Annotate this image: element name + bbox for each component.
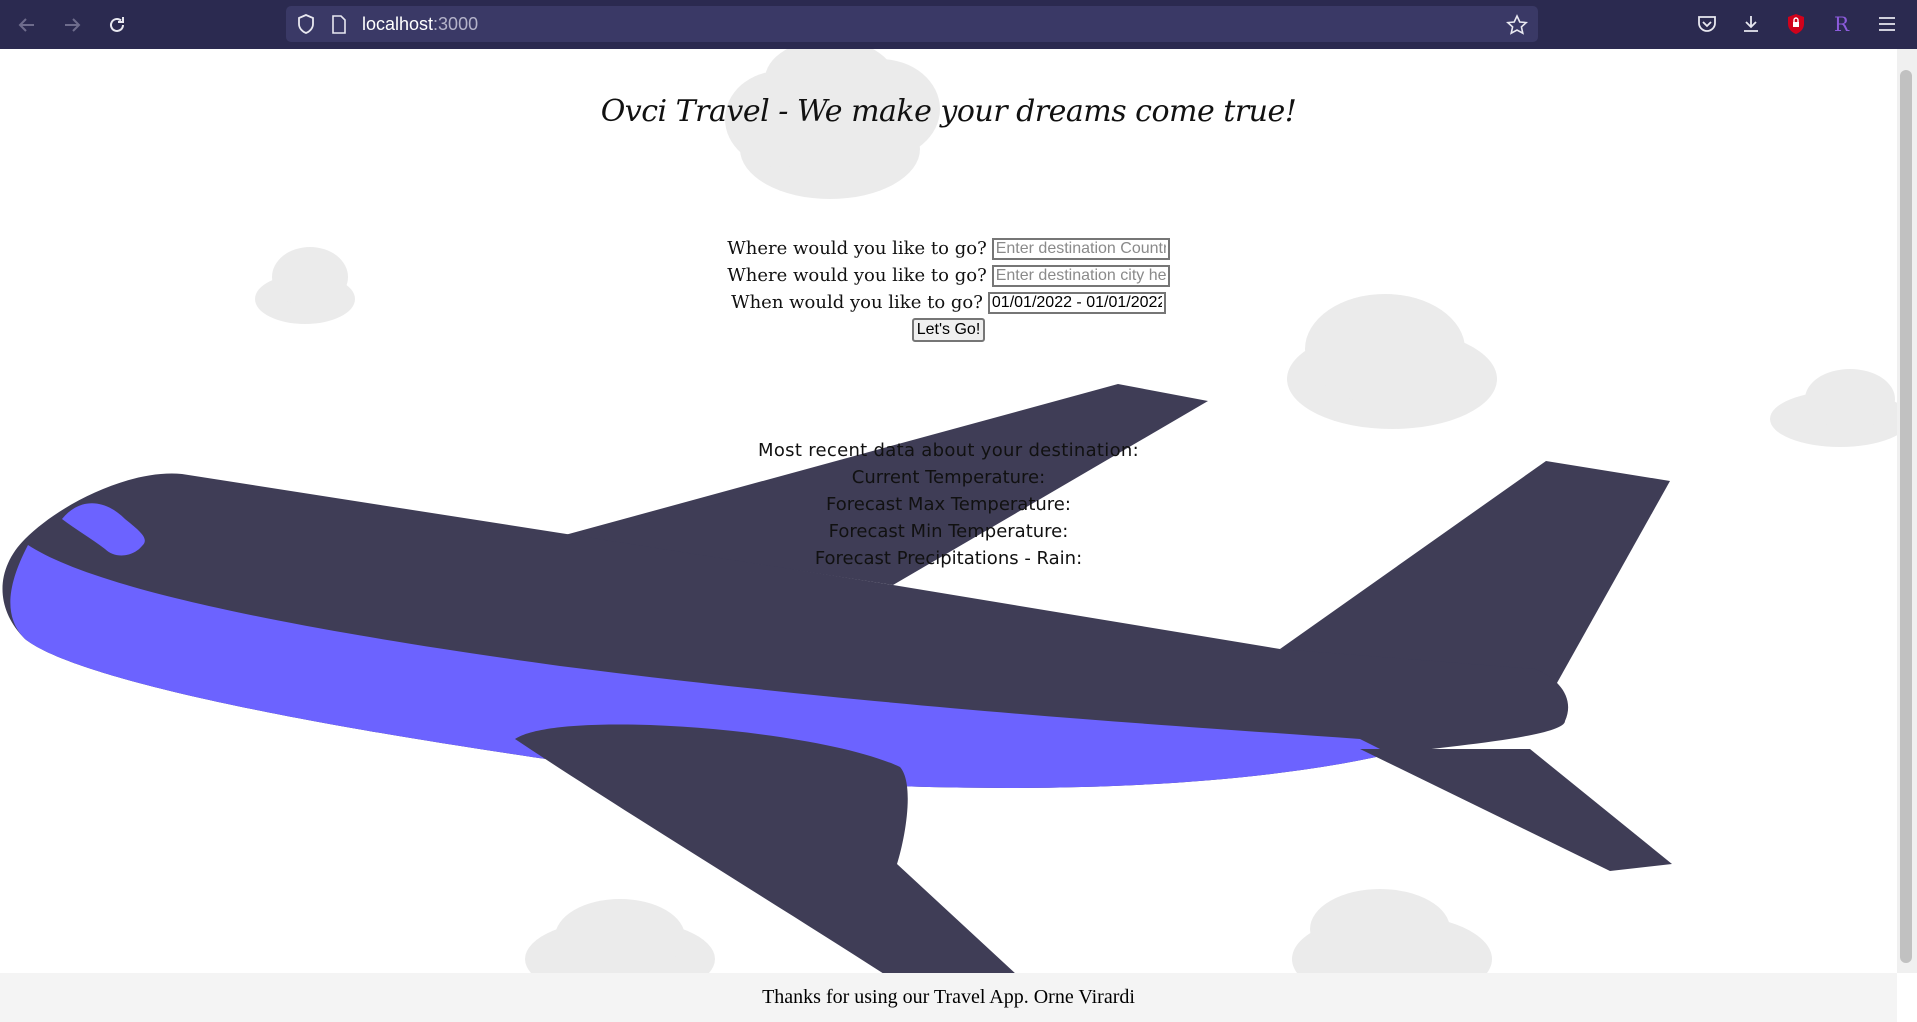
browser-toolbar: localhost:3000 R xyxy=(0,0,1917,49)
city-input[interactable] xyxy=(991,264,1170,287)
trip-form: Where would you like to go? Where would … xyxy=(0,235,1897,343)
cloud-far-right xyxy=(1770,369,1897,447)
country-label: Where would you like to go? xyxy=(727,238,987,259)
lets-go-button[interactable]: Let's Go! xyxy=(911,317,986,342)
downloads-icon[interactable] xyxy=(1740,13,1762,35)
forecast-min-temperature: Forecast Min Temperature: xyxy=(828,521,1069,542)
scrollbar-thumb[interactable] xyxy=(1900,70,1912,963)
back-arrow-icon xyxy=(18,18,34,32)
ublock-shield-icon[interactable] xyxy=(1785,12,1807,36)
date-label: When would you like to go? xyxy=(731,292,983,313)
submit-row: Let's Go! xyxy=(0,316,1897,343)
city-row: Where would you like to go? xyxy=(0,262,1897,289)
bookmark-star-icon[interactable] xyxy=(1506,14,1528,36)
date-range-input[interactable] xyxy=(987,291,1166,314)
current-temperature: Current Temperature: xyxy=(851,467,1046,488)
pocket-icon[interactable] xyxy=(1696,13,1718,35)
page-viewport: Ovci Travel - We make your dreams come t… xyxy=(0,49,1897,973)
city-label: Where would you like to go? xyxy=(727,265,987,286)
address-bar[interactable]: localhost:3000 xyxy=(286,6,1538,42)
forward-button[interactable] xyxy=(57,10,87,40)
results-heading: Most recent data about your destination: xyxy=(758,440,1139,461)
reload-button[interactable] xyxy=(102,10,132,40)
country-input[interactable] xyxy=(991,237,1170,260)
back-button[interactable] xyxy=(12,10,42,40)
url-text[interactable]: localhost:3000 xyxy=(362,6,478,42)
page-footer: Thanks for using our Travel App. Orne Vi… xyxy=(0,973,1897,1022)
menu-icon[interactable] xyxy=(1876,13,1898,35)
country-row: Where would you like to go? xyxy=(0,235,1897,262)
date-row: When would you like to go? xyxy=(0,289,1897,316)
page-icon xyxy=(330,14,348,34)
forward-arrow-icon xyxy=(65,18,81,32)
shield-icon[interactable] xyxy=(296,14,316,34)
forecast-max-temperature: Forecast Max Temperature: xyxy=(826,494,1071,515)
cloud-bottom-left xyxy=(525,899,715,973)
cloud-bottom-right xyxy=(1292,889,1492,973)
svg-text:R: R xyxy=(1834,13,1850,35)
extension-r-icon[interactable]: R xyxy=(1830,12,1852,36)
forecast-rain: Forecast Precipitations - Rain: xyxy=(814,548,1083,569)
page-title: Ovci Travel - We make your dreams come t… xyxy=(600,94,1297,129)
reload-icon xyxy=(110,17,124,32)
results-section: Most recent data about your destination:… xyxy=(0,437,1897,572)
